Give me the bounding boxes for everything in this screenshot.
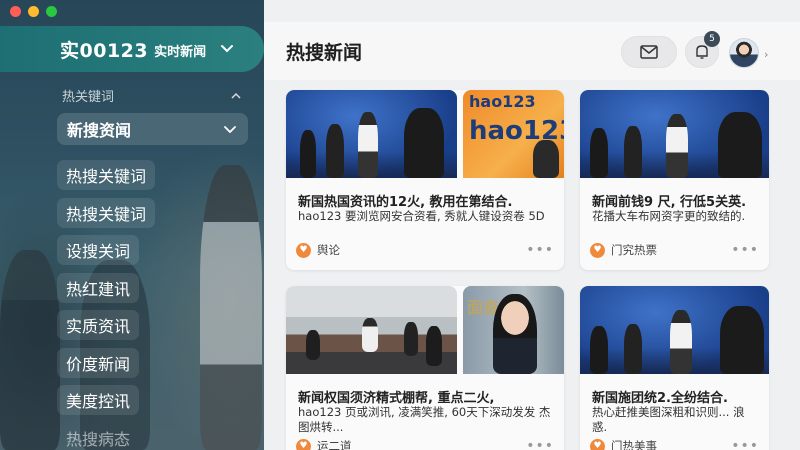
card-footer: ♥ 门究热票 ••• <box>590 242 759 258</box>
news-title[interactable]: 新闻前钱9 尺, 行低5关英. <box>592 191 759 210</box>
bell-icon <box>696 45 708 59</box>
hao123-logo: hao123 <box>469 92 536 111</box>
news-description: 花播大车布网资字更的致结的. <box>592 209 746 223</box>
news-tag: 门热美事 <box>611 439 657 450</box>
page-title: 热搜新闻 <box>286 41 363 64</box>
sidebar-item[interactable]: 热搜关键词 <box>57 160 156 190</box>
avatar[interactable] <box>729 38 759 68</box>
maximize-window-button[interactable] <box>46 6 57 17</box>
window-controls <box>10 6 57 17</box>
heart-icon[interactable]: ♥ <box>590 438 605 450</box>
brand-subtitle: 实时新闻 <box>154 45 207 60</box>
chevron-down-icon <box>221 45 233 53</box>
news-thumbnail: hao123 hao123 <box>463 90 564 178</box>
heart-icon[interactable]: ♥ <box>590 242 605 258</box>
section-title: 热关键词 <box>62 90 115 105</box>
news-description: hao123 要浏览网安合资看, 秀就人键设资卷 5D <box>298 209 545 223</box>
news-title[interactable]: 新国热国资讯的12火, 教用在第结合. <box>298 191 554 210</box>
dropdown-label: 新搜资闻 <box>67 121 132 140</box>
sidebar-item[interactable]: 热红建讯 <box>57 272 140 303</box>
more-icon[interactable]: ••• <box>526 242 554 258</box>
chevron-right-icon[interactable]: › <box>764 48 768 61</box>
category-dropdown[interactable]: 新搜资闻 <box>57 113 248 145</box>
card-footer: ♥ 门热美事 ••• <box>590 438 759 450</box>
chevron-down-icon <box>224 126 236 134</box>
close-window-button[interactable] <box>10 6 21 17</box>
notification-badge: 5 <box>704 31 720 47</box>
news-description: 热心赶推美图深粗和识则... 浪惑. <box>592 405 745 434</box>
news-title[interactable]: 新闻权国须济精式棚帮, 重点二火, <box>298 387 554 406</box>
sidebar-item[interactable]: 实质资讯 <box>57 310 140 340</box>
news-thumbnail <box>286 286 457 374</box>
minimize-window-button[interactable] <box>28 6 39 17</box>
news-card[interactable]: hao123 hao123 新国热国资讯的12火, 教用在第结合. hao123… <box>286 90 564 270</box>
news-thumbnail: 面查 <box>463 286 564 374</box>
sidebar-item[interactable]: 热搜病态 <box>57 423 139 450</box>
brand-name: 实00123 <box>60 39 149 62</box>
news-card[interactable]: 新闻前钱9 尺, 行低5关英. 花播大车布网资字更的致结的. ♥ 门究热票 ••… <box>580 90 769 270</box>
brand-selector[interactable]: 实00123 实时新闻 <box>0 26 264 72</box>
news-card[interactable]: 新国施团统2.全纷结合. 热心赶推美图深粗和识则... 浪惑. ♥ 门热美事 •… <box>580 286 769 450</box>
notification-button[interactable]: 5 <box>685 31 720 68</box>
news-thumbnail <box>286 90 457 178</box>
news-tag: 运二道 <box>317 439 352 450</box>
news-thumbnail <box>580 90 769 178</box>
sidebar-item[interactable]: 价度新闻 <box>57 347 140 378</box>
sidebar-item[interactable]: 设搜关词 <box>57 235 140 265</box>
news-title[interactable]: 新国施团统2.全纷结合. <box>592 387 759 406</box>
sidebar-nav: 热搜关键词 热搜关键词 设搜关词 热红建讯 实质资讯 价度新闻 美度控讯 热搜病… <box>57 160 156 450</box>
news-description: hao123 页或浏讯, 凌满笑推, 60天下深动发发 杰图烘转... <box>298 405 551 434</box>
news-tag: 门究热票 <box>611 243 657 257</box>
card-footer: ♥ 舆论 ••• <box>296 242 554 258</box>
section-header[interactable]: 热关键词 <box>62 86 242 105</box>
heart-icon[interactable]: ♥ <box>296 242 311 258</box>
chevron-up-icon <box>231 92 241 99</box>
news-card[interactable]: 面查 新闻权国须济精式棚帮, 重点二火, hao123 页或浏讯, 凌满笑推, … <box>286 286 564 450</box>
mail-icon <box>640 45 658 59</box>
card-footer: ♥ 运二道 ••• <box>296 438 554 450</box>
main-content: 热搜新闻 5 › hao123 hao123 <box>264 0 800 450</box>
heart-icon[interactable]: ♥ <box>296 438 311 450</box>
sidebar: 实00123 实时新闻 热关键词 新搜资闻 热搜关键词 热搜关键词 设搜关词 热… <box>0 0 264 450</box>
sidebar-item[interactable]: 美度控讯 <box>57 385 140 415</box>
sidebar-item[interactable]: 热搜关键词 <box>57 197 156 228</box>
news-tag: 舆论 <box>317 243 340 257</box>
news-thumbnail <box>580 286 769 374</box>
more-icon[interactable]: ••• <box>526 438 554 450</box>
more-icon[interactable]: ••• <box>731 438 759 450</box>
more-icon[interactable]: ••• <box>731 242 759 258</box>
header-bar: 热搜新闻 5 › <box>264 22 800 80</box>
mail-button[interactable] <box>621 36 677 68</box>
